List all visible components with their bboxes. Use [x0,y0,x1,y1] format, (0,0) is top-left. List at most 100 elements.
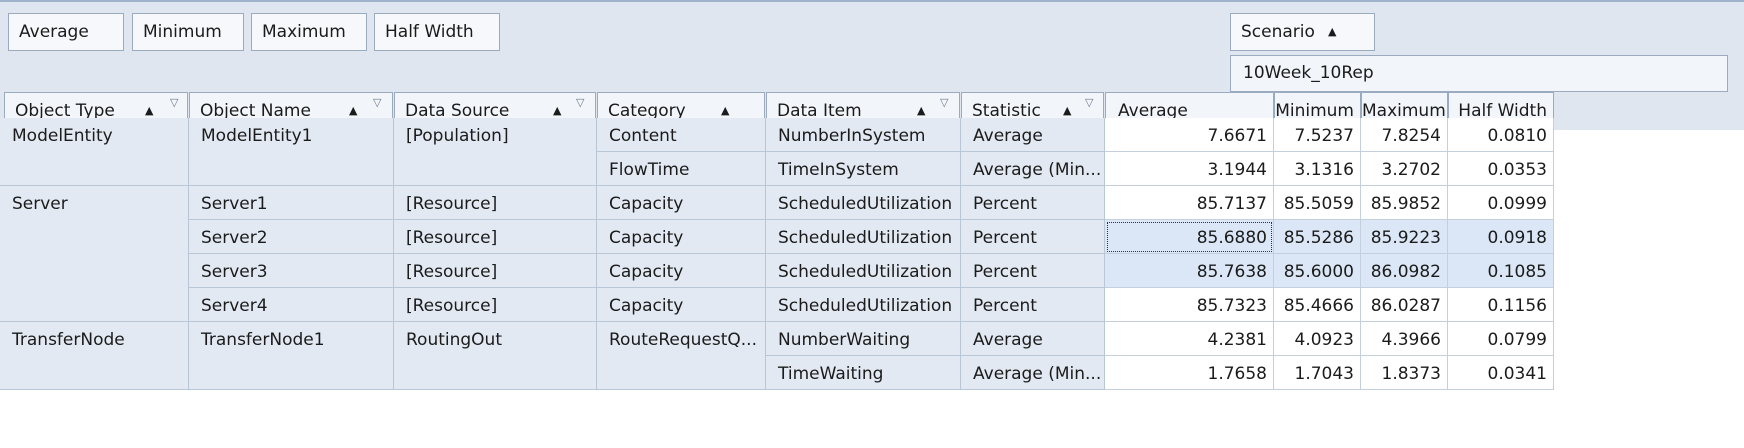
data-cell-maximum[interactable]: 3.2702 [1361,152,1448,186]
row-header-label: Percent [973,228,1037,248]
data-cell-maximum[interactable]: 1.8373 [1361,356,1448,390]
data-cell-average[interactable]: 1.7658 [1105,356,1274,390]
data-cell-average[interactable]: 85.7638 [1105,254,1274,288]
filter-icon[interactable]: ▽ [373,97,381,109]
data-cell-half-width[interactable]: 0.0353 [1448,152,1554,186]
data-cell-maximum[interactable]: 86.0982 [1361,254,1448,288]
row-header-object-type[interactable]: ModelEntity [0,118,189,186]
row-header-statistic[interactable]: Percent [961,288,1105,322]
row-header-object-type[interactable]: TransferNode [0,322,189,390]
filter-icon[interactable]: ▽ [1085,97,1093,109]
row-header-label: TimeWaiting [778,364,884,384]
row-header-data-item[interactable]: NumberInSystem [766,118,961,152]
data-cell-minimum[interactable]: 85.5059 [1274,186,1361,220]
data-cell-average[interactable]: 85.7323 [1105,288,1274,322]
data-cell-average[interactable]: 85.7137 [1105,186,1274,220]
data-cell-half-width[interactable]: 0.1156 [1448,288,1554,322]
data-field-maximum[interactable]: Maximum [251,13,367,51]
data-cell-minimum[interactable]: 1.7043 [1274,356,1361,390]
row-header-label: Server1 [201,194,268,214]
data-cell-average[interactable]: 4.2381 [1105,322,1274,356]
row-header-statistic[interactable]: Percent [961,220,1105,254]
row-header-category[interactable]: RouteRequestQ... [597,322,766,390]
row-header-object-name[interactable]: Server4 [189,288,394,322]
row-header-category[interactable]: Content [597,118,766,152]
data-cell-minimum[interactable]: 4.0923 [1274,322,1361,356]
data-cell-average[interactable]: 7.6671 [1105,118,1274,152]
row-header-label: ScheduledUtilization [778,296,953,316]
data-cell-half-width[interactable]: 0.0999 [1448,186,1554,220]
row-header-label: [Resource] [406,194,498,214]
data-cell-average[interactable]: 85.6880 [1105,220,1274,254]
row-header-category[interactable]: Capacity [597,220,766,254]
row-header-data-item[interactable]: NumberWaiting [766,322,961,356]
row-header-statistic[interactable]: Percent [961,186,1105,220]
row-header-label: Capacity [609,296,684,316]
row-header-object-name[interactable]: ModelEntity1 [189,118,394,186]
row-header-label: Capacity [609,228,684,248]
pivot-grid: Average Minimum Maximum Half Width Scena… [0,0,1744,448]
row-header-statistic[interactable]: Average [961,322,1105,356]
data-cell-maximum[interactable]: 85.9223 [1361,220,1448,254]
data-cell-minimum[interactable]: 85.6000 [1274,254,1361,288]
data-cell-half-width[interactable]: 0.0918 [1448,220,1554,254]
row-header-statistic[interactable]: Average (Min... [961,356,1105,390]
data-cell-half-width[interactable]: 0.0341 [1448,356,1554,390]
row-header-label: TransferNode1 [201,330,325,350]
row-header-data-item[interactable]: TimeWaiting [766,356,961,390]
row-header-data-source[interactable]: [Resource] [394,220,597,254]
data-cell-maximum[interactable]: 86.0287 [1361,288,1448,322]
data-cell-minimum[interactable]: 85.5286 [1274,220,1361,254]
row-header-category[interactable]: Capacity [597,288,766,322]
filter-icon[interactable]: ▽ [170,97,178,109]
row-header-data-item[interactable]: TimeInSystem [766,152,961,186]
data-field-half-width[interactable]: Half Width [374,13,500,51]
row-header-data-item[interactable]: ScheduledUtilization [766,186,961,220]
row-header-statistic[interactable]: Average (Min... [961,152,1105,186]
data-cell-maximum[interactable]: 85.9852 [1361,186,1448,220]
data-cell-minimum[interactable]: 85.4666 [1274,288,1361,322]
scenario-value-header: 10Week_10Rep [1230,55,1728,92]
row-header-object-type[interactable]: Server [0,186,189,322]
data-cell-minimum[interactable]: 3.1316 [1274,152,1361,186]
data-cell-minimum[interactable]: 7.5237 [1274,118,1361,152]
row-header-object-name[interactable]: TransferNode1 [189,322,394,390]
row-header-label: Server3 [201,262,268,282]
row-header-data-source[interactable]: [Population] [394,118,597,186]
column-field-scenario[interactable]: Scenario ▲ [1230,13,1375,51]
row-header-label: FlowTime [609,160,690,180]
row-header-category[interactable]: Capacity [597,254,766,288]
data-cell-half-width[interactable]: 0.0810 [1448,118,1554,152]
row-header-label: Server4 [201,296,268,316]
data-field-minimum[interactable]: Minimum [132,13,244,51]
row-header-data-source[interactable]: [Resource] [394,288,597,322]
row-header-label: NumberWaiting [778,330,911,350]
row-header-object-name[interactable]: Server3 [189,254,394,288]
sort-ascending-icon[interactable]: ▲ [1328,14,1336,50]
row-header-label: Percent [973,194,1037,214]
row-header-category[interactable]: FlowTime [597,152,766,186]
data-cell-maximum[interactable]: 4.3966 [1361,322,1448,356]
row-header-label: [Resource] [406,296,498,316]
data-cell-half-width[interactable]: 0.1085 [1448,254,1554,288]
row-header-data-source[interactable]: RoutingOut [394,322,597,390]
filter-icon[interactable]: ▽ [576,97,584,109]
row-header-statistic[interactable]: Percent [961,254,1105,288]
data-cell-maximum[interactable]: 7.8254 [1361,118,1448,152]
row-header-category[interactable]: Capacity [597,186,766,220]
data-field-average[interactable]: Average [8,13,124,51]
row-header-data-item[interactable]: ScheduledUtilization [766,254,961,288]
filter-icon[interactable]: ▽ [940,97,948,109]
row-header-data-item[interactable]: ScheduledUtilization [766,288,961,322]
data-cell-half-width[interactable]: 0.0799 [1448,322,1554,356]
row-header-label: NumberInSystem [778,126,926,146]
row-header-label: Server [12,194,68,214]
row-header-object-name[interactable]: Server2 [189,220,394,254]
row-header-data-source[interactable]: [Resource] [394,186,597,220]
row-header-statistic[interactable]: Average [961,118,1105,152]
data-cell-average[interactable]: 3.1944 [1105,152,1274,186]
row-header-label: RoutingOut [406,330,502,350]
row-header-object-name[interactable]: Server1 [189,186,394,220]
row-header-data-source[interactable]: [Resource] [394,254,597,288]
row-header-data-item[interactable]: ScheduledUtilization [766,220,961,254]
